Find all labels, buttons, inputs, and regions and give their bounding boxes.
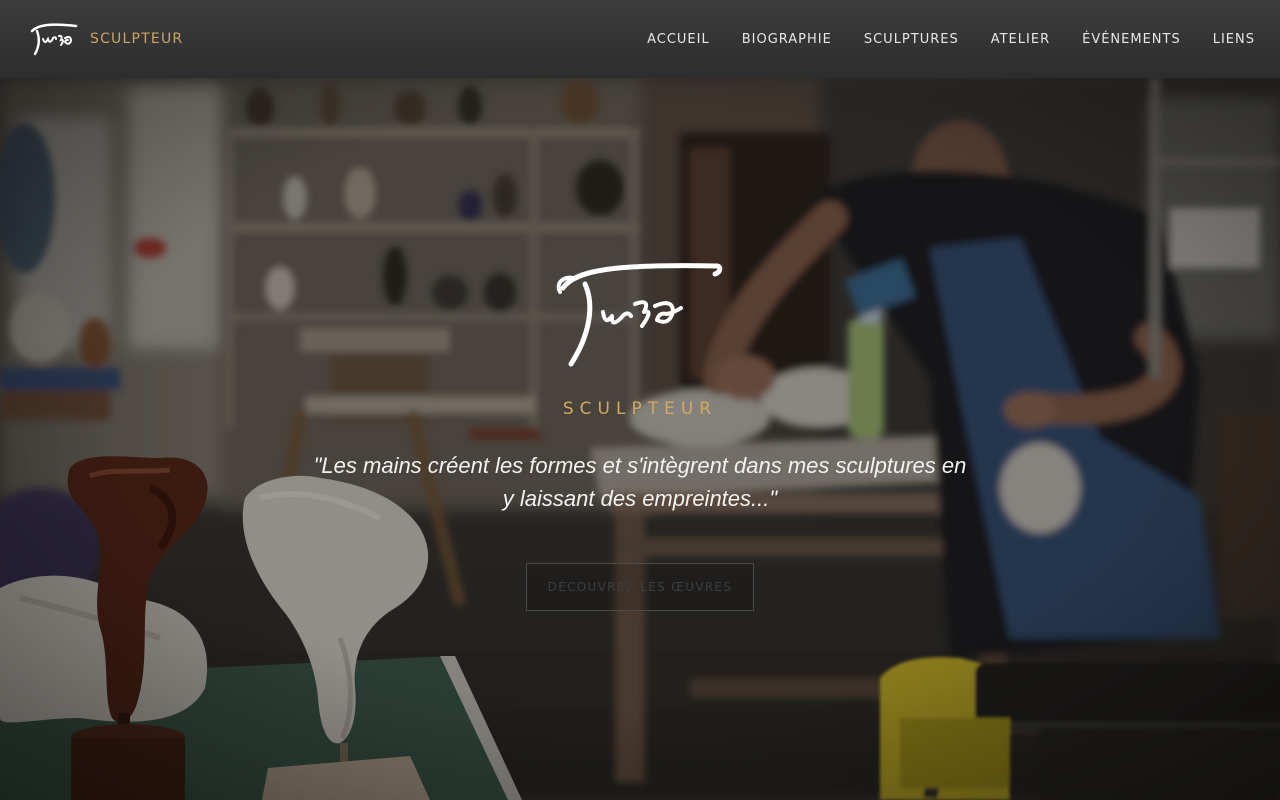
hero-section: SCULPTEUR "Les mains créent les formes e… (0, 78, 1280, 800)
hero-quote: "Les mains créent les formes et s'intègr… (313, 453, 967, 511)
main-nav: ACCUEIL BIOGRAPHIE SCULPTURES ATELIER ÉV… (647, 32, 1255, 47)
nav-evenements[interactable]: ÉVÉNEMENTS (1082, 32, 1181, 47)
nav-liens[interactable]: LIENS (1213, 32, 1255, 47)
nav-sculptures[interactable]: SCULPTURES (864, 32, 959, 47)
nav-biographie[interactable]: BIOGRAPHIE (742, 32, 832, 47)
nav-accueil[interactable]: ACCUEIL (647, 32, 710, 47)
signature-logo-icon[interactable] (28, 21, 80, 57)
hero-signature-logo-icon (555, 256, 725, 381)
hero-content: SCULPTEUR "Les mains créent les formes e… (0, 78, 1280, 800)
nav-atelier[interactable]: ATELIER (991, 32, 1050, 47)
brand[interactable]: SCULPTEUR (28, 21, 183, 57)
brand-name[interactable]: SCULPTEUR (90, 31, 183, 47)
discover-works-button[interactable]: DÉCOUVREZ LES ŒUVRES (526, 563, 754, 611)
top-navbar: SCULPTEUR ACCUEIL BIOGRAPHIE SCULPTURES … (0, 0, 1280, 78)
hero-subtitle: SCULPTEUR (562, 399, 718, 419)
